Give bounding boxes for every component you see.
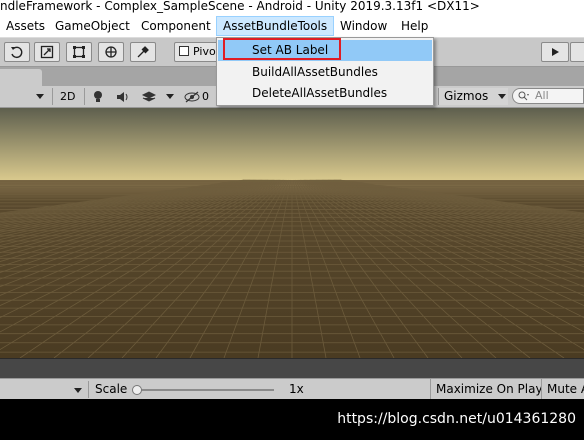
speaker-icon <box>117 91 128 102</box>
assetbundletools-dropdown: Set AB Label BuildAllAssetBundles Delete… <box>216 37 434 106</box>
effects-toggle[interactable] <box>142 88 156 105</box>
chevron-down-icon <box>166 94 174 99</box>
play-button[interactable] <box>541 42 569 62</box>
scene-bottom-panel <box>0 358 584 379</box>
scene-grid <box>0 108 584 358</box>
menu-item-set-ab-label[interactable]: Set AB Label <box>218 40 432 61</box>
menu-item-delete-all-asset-bundles[interactable]: DeleteAllAssetBundles <box>218 83 432 104</box>
lighting-toggle[interactable] <box>92 88 104 105</box>
eye-slash-icon <box>184 91 200 102</box>
scale-tool-button[interactable] <box>34 42 60 62</box>
chevron-down-icon <box>36 94 44 99</box>
menu-item-build-all-asset-bundles[interactable]: BuildAllAssetBundles <box>218 62 432 83</box>
menu-gameobject[interactable]: GameObject <box>49 17 136 35</box>
2d-toggle[interactable]: 2D <box>60 88 75 105</box>
layers-icon <box>142 90 156 102</box>
hidden-count: 0 <box>202 90 209 103</box>
shading-mode-dropdown[interactable] <box>36 88 44 105</box>
search-placeholder: All <box>535 89 549 102</box>
scale-value: 1x <box>289 382 304 396</box>
hierarchy-search-input[interactable]: All <box>512 88 584 104</box>
window-title: ndleFramework - Complex_SampleScene - An… <box>0 0 584 15</box>
game-view-toolbar: Scale 1x Maximize On Play Mute A <box>0 378 584 400</box>
mute-audio-toggle[interactable]: Mute A <box>541 379 584 400</box>
separator <box>84 88 85 105</box>
gizmos-label: Gizmos <box>444 89 489 103</box>
custom-tool-button[interactable] <box>130 42 156 62</box>
scene-tab[interactable] <box>0 69 42 86</box>
menu-window[interactable]: Window <box>334 17 393 35</box>
custom-tool-icon <box>137 46 149 58</box>
maximize-on-play-toggle[interactable]: Maximize On Play <box>430 379 541 400</box>
hidden-objects-toggle[interactable]: 0 <box>184 88 209 105</box>
scale-tool-icon <box>40 45 54 59</box>
menu-assets[interactable]: Assets <box>0 17 51 35</box>
watermark: https://blog.csdn.net/u014361280 <box>337 411 576 427</box>
footer: https://blog.csdn.net/u014361280 <box>0 399 584 440</box>
scale-slider[interactable] <box>132 385 274 395</box>
gizmos-dropdown[interactable]: Gizmos <box>438 88 508 105</box>
rect-tool-icon <box>73 46 85 58</box>
chevron-down-icon <box>498 94 507 99</box>
separator <box>52 88 53 105</box>
transform-tool-button[interactable] <box>98 42 124 62</box>
transform-tool-icon <box>105 46 117 58</box>
pause-button[interactable] <box>570 42 584 62</box>
light-bulb-icon <box>94 90 102 102</box>
effects-dropdown[interactable] <box>166 88 174 105</box>
menu-assetbundletools[interactable]: AssetBundleTools <box>216 16 335 36</box>
menu-component[interactable]: Component <box>135 17 217 35</box>
display-dropdown[interactable] <box>74 381 82 398</box>
search-icon <box>518 91 529 101</box>
audio-toggle[interactable] <box>116 88 130 105</box>
menu-help[interactable]: Help <box>395 17 434 35</box>
rotate-tool-icon <box>11 46 23 59</box>
scene-view[interactable] <box>0 108 584 358</box>
chevron-down-icon <box>74 388 82 393</box>
separator <box>88 381 89 398</box>
scale-slider-thumb[interactable] <box>132 385 142 395</box>
play-icon <box>552 48 559 56</box>
scale-label: Scale <box>95 382 128 396</box>
pivot-icon <box>179 46 189 56</box>
rect-tool-button[interactable] <box>66 42 92 62</box>
menu-bar: Assets GameObject Component AssetBundleT… <box>0 15 584 38</box>
rotate-tool-button[interactable] <box>4 42 30 62</box>
